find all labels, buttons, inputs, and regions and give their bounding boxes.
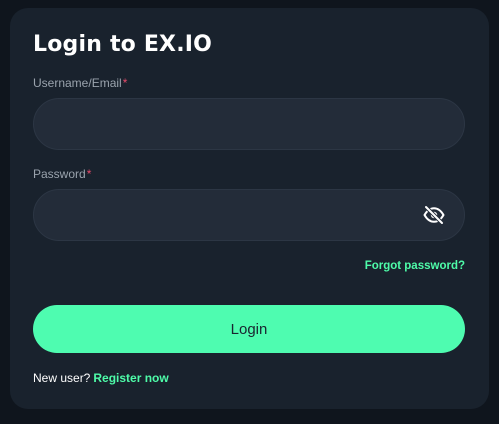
- password-label-text: Password: [33, 167, 86, 181]
- new-user-text: New user?: [33, 371, 91, 385]
- username-label: Username/Email*: [33, 76, 127, 90]
- password-field[interactable]: [33, 189, 465, 241]
- eye-slash-icon[interactable]: [423, 205, 445, 225]
- login-card: Login to EX.IO Username/Email* Password*…: [10, 8, 489, 409]
- forgot-password-link[interactable]: Forgot password?: [365, 259, 465, 273]
- username-label-text: Username/Email: [33, 76, 122, 90]
- username-field[interactable]: [33, 98, 465, 150]
- register-prompt: New user? Register now: [33, 371, 169, 385]
- page-title: Login to EX.IO: [33, 32, 213, 57]
- password-label: Password*: [33, 167, 91, 181]
- required-asterisk: *: [86, 167, 92, 181]
- register-link[interactable]: Register now: [93, 371, 168, 385]
- login-button[interactable]: Login: [33, 305, 465, 353]
- required-asterisk: *: [122, 76, 128, 90]
